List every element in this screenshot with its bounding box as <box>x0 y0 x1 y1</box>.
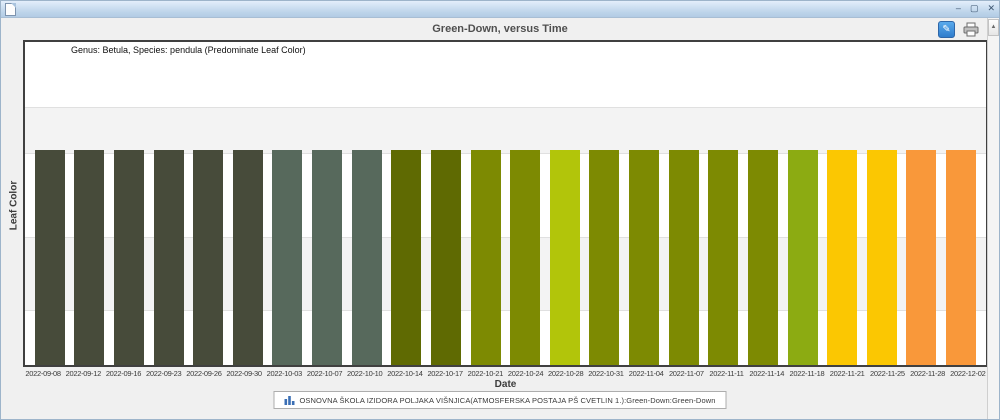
legend-label: OSNOVNA ŠKOLA IZIDORA POLJAKA VIŠNJICA(A… <box>299 396 715 405</box>
legend[interactable]: OSNOVNA ŠKOLA IZIDORA POLJAKA VIŠNJICA(A… <box>273 391 726 409</box>
x-tick-label: 2022-09-30 <box>224 369 264 378</box>
printer-icon <box>963 22 979 37</box>
print-button[interactable] <box>963 22 979 37</box>
bar[interactable] <box>233 150 263 365</box>
bar[interactable] <box>510 150 540 365</box>
bar[interactable] <box>193 150 223 365</box>
app-window: – ▢ ✕ Green-Down, versus Time ✎ Genus: B… <box>0 0 1000 420</box>
x-tick-label: 2022-11-04 <box>626 369 666 378</box>
x-tick-label: 2022-11-18 <box>787 369 827 378</box>
x-tick-label: 2022-10-10 <box>345 369 385 378</box>
minimize-button[interactable]: – <box>956 2 961 14</box>
x-tick-label: 2022-09-23 <box>144 369 184 378</box>
x-tick-label: 2022-09-08 <box>23 369 63 378</box>
bars <box>25 150 986 365</box>
restore-button[interactable]: ▢ <box>970 2 979 14</box>
x-tick-label: 2022-10-24 <box>505 369 545 378</box>
x-tick-label: 2022-11-28 <box>907 369 947 378</box>
x-tick-label: 2022-11-14 <box>747 369 787 378</box>
bar[interactable] <box>629 150 659 365</box>
bar[interactable] <box>352 150 382 365</box>
window-titlebar: – ▢ ✕ <box>1 1 999 18</box>
chart-page: Green-Down, versus Time ✎ Genus: Betula,… <box>1 18 999 419</box>
bar[interactable] <box>906 150 936 365</box>
pencil-icon: ✎ <box>942 24 950 35</box>
x-tick-label: 2022-09-12 <box>63 369 103 378</box>
close-button[interactable]: ✕ <box>987 2 995 14</box>
window-controls: – ▢ ✕ <box>956 2 995 14</box>
x-tick-label: 2022-10-17 <box>425 369 465 378</box>
edit-button[interactable]: ✎ <box>938 21 955 38</box>
bar[interactable] <box>867 150 897 365</box>
x-tick-label: 2022-11-07 <box>666 369 706 378</box>
x-tick-label: 2022-10-21 <box>465 369 505 378</box>
bar[interactable] <box>550 150 580 365</box>
scroll-up-button[interactable]: ▲ <box>988 19 999 36</box>
chart-title: Green-Down, versus Time <box>1 23 999 35</box>
chart-series-icon <box>284 395 294 405</box>
bar[interactable] <box>946 150 976 365</box>
bar[interactable] <box>827 150 857 365</box>
x-tick-label: 2022-10-14 <box>385 369 425 378</box>
bar[interactable] <box>708 150 738 365</box>
x-tick-label: 2022-11-21 <box>827 369 867 378</box>
species-annotation: Genus: Betula, Species: pendula (Predomi… <box>71 45 306 55</box>
bar[interactable] <box>471 150 501 365</box>
bar[interactable] <box>669 150 699 365</box>
document-icon <box>5 3 16 16</box>
bar[interactable] <box>748 150 778 365</box>
plot-area: Genus: Betula, Species: pendula (Predomi… <box>23 40 988 367</box>
bar[interactable] <box>788 150 818 365</box>
x-tick-label: 2022-10-31 <box>586 369 626 378</box>
plot-band <box>25 107 986 154</box>
bar[interactable] <box>74 150 104 365</box>
x-tick-label: 2022-10-28 <box>546 369 586 378</box>
x-tick-label: 2022-10-07 <box>304 369 344 378</box>
bar[interactable] <box>114 150 144 365</box>
x-tick-label: 2022-09-16 <box>103 369 143 378</box>
x-tick-label: 2022-09-26 <box>184 369 224 378</box>
bar[interactable] <box>154 150 184 365</box>
bar[interactable] <box>35 150 65 365</box>
bar[interactable] <box>589 150 619 365</box>
x-axis-ticks: 2022-09-082022-09-122022-09-162022-09-23… <box>23 369 988 378</box>
bar[interactable] <box>391 150 421 365</box>
bar[interactable] <box>272 150 302 365</box>
bar[interactable] <box>312 150 342 365</box>
x-tick-label: 2022-12-02 <box>948 369 988 378</box>
x-tick-label: 2022-10-03 <box>264 369 304 378</box>
x-tick-label: 2022-11-11 <box>706 369 746 378</box>
x-axis-label: Date <box>23 379 988 390</box>
x-tick-label: 2022-11-25 <box>867 369 907 378</box>
y-axis-label: Leaf Color <box>9 161 20 251</box>
vertical-scrollbar[interactable]: ▲ <box>987 18 999 419</box>
bar[interactable] <box>431 150 461 365</box>
